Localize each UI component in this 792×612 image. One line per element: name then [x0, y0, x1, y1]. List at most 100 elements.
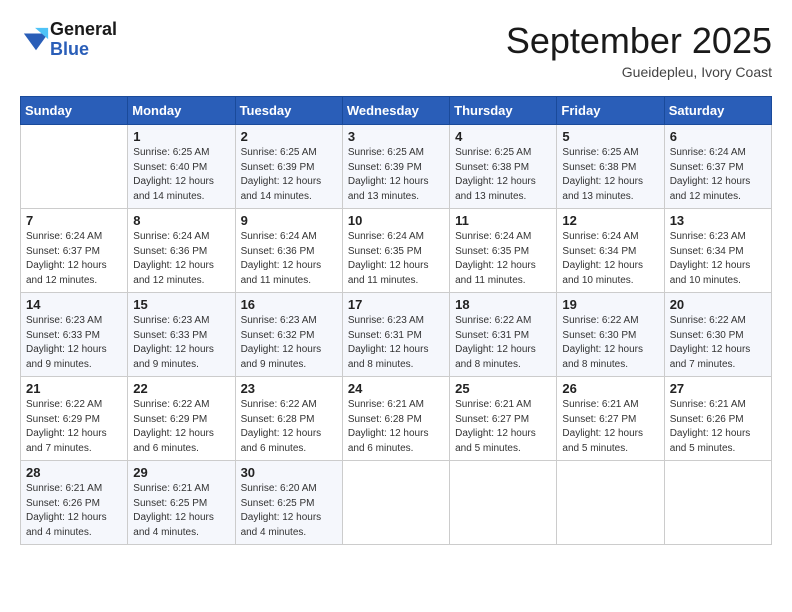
- calendar-cell: 26 Sunrise: 6:21 AM Sunset: 6:27 PM Dayli…: [557, 377, 664, 461]
- calendar-week-row: 1Sunrise: 6:25 AM Sunset: 6:40 PM Daylig…: [21, 125, 772, 209]
- calendar-week-row: 7Sunrise: 6:24 AM Sunset: 6:37 PM Daylig…: [21, 209, 772, 293]
- day-info: Sunrise: 6:23 AM Sunset: 6:34 PM Dayligh…: [670, 230, 766, 288]
- day-number: 21: [26, 381, 122, 396]
- day-info: Sunrise: 6:21 AM Sunset: 6:28 PM Dayligh…: [348, 398, 444, 456]
- day-number: 10: [348, 213, 444, 228]
- calendar-cell: [342, 461, 449, 545]
- day-info: Sunrise: 6:21 AM Sunset: 6:27 PM Dayligh…: [562, 398, 658, 456]
- day-info: Sunrise: 6:22 AM Sunset: 6:30 PM Dayligh…: [562, 314, 658, 372]
- day-number: 22: [133, 381, 229, 396]
- calendar-cell: 7Sunrise: 6:24 AM Sunset: 6:37 PM Daylig…: [21, 209, 128, 293]
- month-title: September 2025: [506, 20, 772, 62]
- calendar-cell: 9 Sunrise: 6:24 AM Sunset: 6:36 PM Daylig…: [235, 209, 342, 293]
- calendar-cell: 22 Sunrise: 6:22 AM Sunset: 6:29 PM Dayli…: [128, 377, 235, 461]
- calendar-cell: 1Sunrise: 6:25 AM Sunset: 6:40 PM Daylig…: [128, 125, 235, 209]
- day-info: Sunrise: 6:22 AM Sunset: 6:29 PM Dayligh…: [26, 398, 122, 456]
- calendar-cell: 13 Sunrise: 6:23 AM Sunset: 6:34 PM Dayli…: [664, 209, 771, 293]
- day-number: 23: [241, 381, 337, 396]
- day-info: Sunrise: 6:24 AM Sunset: 6:36 PM Dayligh…: [241, 230, 337, 288]
- logo-icon: [22, 26, 50, 54]
- calendar-cell: 27 Sunrise: 6:21 AM Sunset: 6:26 PM Dayli…: [664, 377, 771, 461]
- calendar-cell: [21, 125, 128, 209]
- logo-line2: Blue: [50, 40, 117, 60]
- calendar-cell: [557, 461, 664, 545]
- day-number: 6: [670, 129, 766, 144]
- day-info: Sunrise: 6:22 AM Sunset: 6:28 PM Dayligh…: [241, 398, 337, 456]
- calendar-cell: 17 Sunrise: 6:23 AM Sunset: 6:31 PM Dayli…: [342, 293, 449, 377]
- day-info: Sunrise: 6:24 AM Sunset: 6:35 PM Dayligh…: [455, 230, 551, 288]
- calendar-cell: 23 Sunrise: 6:22 AM Sunset: 6:28 PM Dayli…: [235, 377, 342, 461]
- day-info: Sunrise: 6:24 AM Sunset: 6:37 PM Dayligh…: [670, 146, 766, 204]
- day-info: Sunrise: 6:21 AM Sunset: 6:25 PM Dayligh…: [133, 482, 229, 540]
- day-number: 15: [133, 297, 229, 312]
- calendar-cell: 18Sunrise: 6:22 AM Sunset: 6:31 PM Dayli…: [450, 293, 557, 377]
- calendar-header-cell: Tuesday: [235, 97, 342, 125]
- day-number: 20: [670, 297, 766, 312]
- day-number: 1: [133, 129, 229, 144]
- day-info: Sunrise: 6:21 AM Sunset: 6:26 PM Dayligh…: [26, 482, 122, 540]
- calendar-header-cell: Friday: [557, 97, 664, 125]
- calendar-header-row: SundayMondayTuesdayWednesdayThursdayFrid…: [21, 97, 772, 125]
- day-info: Sunrise: 6:24 AM Sunset: 6:36 PM Dayligh…: [133, 230, 229, 288]
- calendar-cell: 4Sunrise: 6:25 AM Sunset: 6:38 PM Daylig…: [450, 125, 557, 209]
- day-number: 30: [241, 465, 337, 480]
- day-number: 13: [670, 213, 766, 228]
- day-info: Sunrise: 6:23 AM Sunset: 6:33 PM Dayligh…: [133, 314, 229, 372]
- day-info: Sunrise: 6:23 AM Sunset: 6:31 PM Dayligh…: [348, 314, 444, 372]
- day-info: Sunrise: 6:21 AM Sunset: 6:26 PM Dayligh…: [670, 398, 766, 456]
- calendar-cell: 12Sunrise: 6:24 AM Sunset: 6:34 PM Dayli…: [557, 209, 664, 293]
- calendar-cell: 14 Sunrise: 6:23 AM Sunset: 6:33 PM Dayli…: [21, 293, 128, 377]
- day-number: 19: [562, 297, 658, 312]
- calendar-week-row: 28 Sunrise: 6:21 AM Sunset: 6:26 PM Dayli…: [21, 461, 772, 545]
- calendar-header-cell: Thursday: [450, 97, 557, 125]
- day-info: Sunrise: 6:25 AM Sunset: 6:38 PM Dayligh…: [455, 146, 551, 204]
- day-info: Sunrise: 6:24 AM Sunset: 6:34 PM Dayligh…: [562, 230, 658, 288]
- day-number: 9: [241, 213, 337, 228]
- calendar-cell: 2Sunrise: 6:25 AM Sunset: 6:39 PM Daylig…: [235, 125, 342, 209]
- calendar-week-row: 21 Sunrise: 6:22 AM Sunset: 6:29 PM Dayli…: [21, 377, 772, 461]
- day-number: 3: [348, 129, 444, 144]
- calendar-header-cell: Wednesday: [342, 97, 449, 125]
- calendar-cell: 3 Sunrise: 6:25 AM Sunset: 6:39 PM Daylig…: [342, 125, 449, 209]
- day-info: Sunrise: 6:21 AM Sunset: 6:27 PM Dayligh…: [455, 398, 551, 456]
- calendar-cell: [664, 461, 771, 545]
- day-number: 14: [26, 297, 122, 312]
- calendar-table: SundayMondayTuesdayWednesdayThursdayFrid…: [20, 96, 772, 545]
- day-info: Sunrise: 6:23 AM Sunset: 6:33 PM Dayligh…: [26, 314, 122, 372]
- calendar-cell: 6 Sunrise: 6:24 AM Sunset: 6:37 PM Daylig…: [664, 125, 771, 209]
- day-number: 16: [241, 297, 337, 312]
- day-info: Sunrise: 6:23 AM Sunset: 6:32 PM Dayligh…: [241, 314, 337, 372]
- day-number: 18: [455, 297, 551, 312]
- day-number: 27: [670, 381, 766, 396]
- day-info: Sunrise: 6:25 AM Sunset: 6:39 PM Dayligh…: [348, 146, 444, 204]
- calendar-cell: 5Sunrise: 6:25 AM Sunset: 6:38 PM Daylig…: [557, 125, 664, 209]
- calendar-cell: 11Sunrise: 6:24 AM Sunset: 6:35 PM Dayli…: [450, 209, 557, 293]
- day-info: Sunrise: 6:24 AM Sunset: 6:35 PM Dayligh…: [348, 230, 444, 288]
- logo-line1: General: [50, 20, 117, 40]
- day-number: 2: [241, 129, 337, 144]
- day-number: 17: [348, 297, 444, 312]
- calendar-week-row: 14 Sunrise: 6:23 AM Sunset: 6:33 PM Dayli…: [21, 293, 772, 377]
- calendar-header-cell: Saturday: [664, 97, 771, 125]
- calendar-cell: 21 Sunrise: 6:22 AM Sunset: 6:29 PM Dayli…: [21, 377, 128, 461]
- calendar-cell: [450, 461, 557, 545]
- calendar-cell: 15 Sunrise: 6:23 AM Sunset: 6:33 PM Dayli…: [128, 293, 235, 377]
- logo: General Blue: [20, 20, 117, 60]
- day-number: 24: [348, 381, 444, 396]
- calendar-header-cell: Sunday: [21, 97, 128, 125]
- day-number: 25: [455, 381, 551, 396]
- calendar-body: 1Sunrise: 6:25 AM Sunset: 6:40 PM Daylig…: [21, 125, 772, 545]
- calendar-cell: 8Sunrise: 6:24 AM Sunset: 6:36 PM Daylig…: [128, 209, 235, 293]
- location-subtitle: Gueidepleu, Ivory Coast: [506, 64, 772, 80]
- calendar-cell: 30Sunrise: 6:20 AM Sunset: 6:25 PM Dayli…: [235, 461, 342, 545]
- calendar-cell: 10 Sunrise: 6:24 AM Sunset: 6:35 PM Dayli…: [342, 209, 449, 293]
- day-info: Sunrise: 6:22 AM Sunset: 6:29 PM Dayligh…: [133, 398, 229, 456]
- day-info: Sunrise: 6:25 AM Sunset: 6:38 PM Dayligh…: [562, 146, 658, 204]
- calendar-cell: 24 Sunrise: 6:21 AM Sunset: 6:28 PM Dayli…: [342, 377, 449, 461]
- day-info: Sunrise: 6:22 AM Sunset: 6:30 PM Dayligh…: [670, 314, 766, 372]
- title-block: September 2025 Gueidepleu, Ivory Coast: [506, 20, 772, 80]
- calendar-cell: 16 Sunrise: 6:23 AM Sunset: 6:32 PM Dayli…: [235, 293, 342, 377]
- day-number: 28: [26, 465, 122, 480]
- calendar-cell: 19 Sunrise: 6:22 AM Sunset: 6:30 PM Dayli…: [557, 293, 664, 377]
- day-number: 26: [562, 381, 658, 396]
